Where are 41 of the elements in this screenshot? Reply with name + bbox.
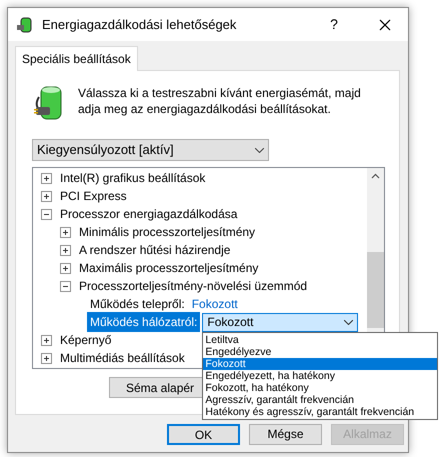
dropdown-option[interactable]: Engedélyezve xyxy=(203,346,438,358)
cancel-button[interactable]: Mégse xyxy=(249,424,322,445)
tree-item[interactable]: Multimédiás beállítások xyxy=(60,349,185,367)
scrollbar-thumb[interactable] xyxy=(367,252,384,328)
collapse-icon[interactable] xyxy=(60,280,71,292)
expand-icon[interactable] xyxy=(60,244,71,256)
power-scheme-dropdown[interactable]: Kiegyensúlyozott [aktív] xyxy=(32,139,269,161)
tree-item[interactable]: Minimális processzorteljesítmény xyxy=(79,223,256,241)
setting-dropdown[interactable]: Fokozott xyxy=(202,312,358,332)
tree-item[interactable]: Intel(R) grafikus beállítások xyxy=(60,169,206,187)
expand-icon[interactable] xyxy=(41,352,52,364)
tree-item[interactable]: Képernyő xyxy=(60,331,112,349)
dropdown-option[interactable]: Fokozott, ha hatékony xyxy=(203,382,438,394)
expand-icon[interactable] xyxy=(41,172,52,184)
dropdown-option[interactable]: Engedélyezett, ha hatékony xyxy=(203,370,438,382)
tab[interactable]: Speciális beállítások xyxy=(15,46,138,71)
close-icon[interactable] xyxy=(379,18,391,30)
dropdown-option[interactable]: Fokozott xyxy=(203,358,438,370)
description-text: Válassza ki a testreszabni kívánt energiasémát, majd adja meg az energiagazdálkodási beállításokat. xyxy=(78,85,362,118)
expand-icon[interactable] xyxy=(60,262,71,274)
power-plan-icon xyxy=(16,16,34,34)
setting-value-link[interactable]: Fokozott xyxy=(192,295,238,313)
help-button[interactable]: ? xyxy=(314,14,354,35)
window-title: Energiagazdálkodási lehetőségek xyxy=(42,16,238,34)
tree-item[interactable]: PCI Express xyxy=(60,187,127,205)
tree-item[interactable]: Processzor energiagazdálkodása xyxy=(60,205,238,223)
chevron-down-icon xyxy=(255,148,264,152)
setting-label[interactable]: Működés telepről: xyxy=(87,294,188,314)
dropdown-option[interactable]: Agresszív, garantált frekvencián xyxy=(203,394,438,406)
expand-icon[interactable] xyxy=(60,226,71,238)
expand-icon[interactable] xyxy=(41,334,52,346)
setting-label[interactable]: Működés hálózatról: xyxy=(87,312,200,332)
ok-button[interactable]: OK xyxy=(167,424,240,445)
dropdown-option[interactable]: Letiltva xyxy=(203,334,438,346)
tree-item[interactable]: Processzorteljesítmény-növelési üzemmód xyxy=(79,277,308,295)
expand-icon[interactable] xyxy=(41,190,52,202)
dropdown-option[interactable]: Hatékony és agresszív, garantált frekvencián xyxy=(203,406,438,418)
tree-item[interactable]: Maximális processzorteljesítmény xyxy=(79,259,258,277)
tree-item[interactable]: A rendszer hűtési házirendje xyxy=(79,241,230,259)
chevron-down-icon xyxy=(344,320,354,324)
collapse-icon[interactable] xyxy=(41,208,52,220)
